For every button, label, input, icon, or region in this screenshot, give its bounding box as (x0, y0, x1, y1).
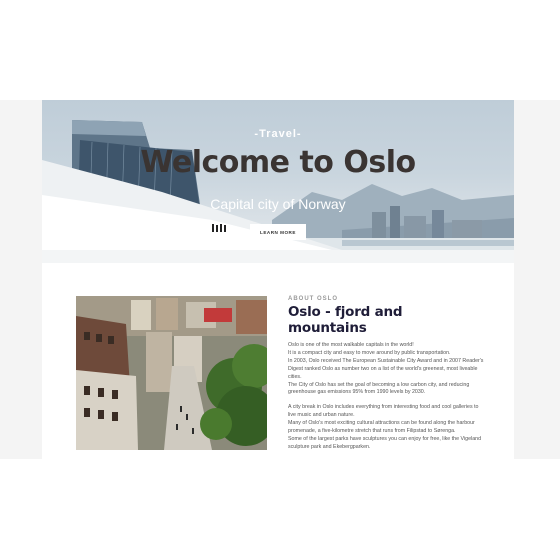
about-text-line: Many of Oslo's most exciting cultural at… (288, 420, 475, 435)
oslo-street-photo (76, 296, 267, 450)
hero-kicker: -Travel- (254, 128, 302, 140)
hero-text-block: -Travel- Welcome to Oslo Capital city of… (42, 100, 514, 263)
about-paragraph: Oslo is one of the most walkable capital… (288, 342, 484, 397)
about-title: Oslo - fjord and mountains (288, 304, 403, 336)
about-text-line: Some of the largest parks have sculpture… (288, 435, 482, 450)
about-paragraph: A city break in Oslo includes everything… (288, 404, 484, 451)
about-text-line: It is a compact city and easy to move ar… (288, 349, 451, 356)
about-text-line: In 2003, Oslo received The European Sust… (288, 357, 484, 380)
hero-title: Welcome to Oslo (140, 145, 416, 180)
about-text-line: Oslo is one of the most walkable capital… (288, 342, 414, 348)
hero-subtitle: Capital city of Norway (210, 196, 346, 212)
about-section: ABOUT OSLO Oslo - fjord and mountains Os… (288, 296, 484, 452)
about-text-line: The City of Oslo has set the goal of bec… (288, 381, 470, 396)
learn-more-button[interactable]: LEARN MORE (250, 224, 306, 240)
about-text-line: A city break in Oslo includes everything… (288, 404, 479, 419)
hero-banner: -Travel- Welcome to Oslo Capital city of… (42, 100, 514, 263)
about-label: ABOUT OSLO (288, 296, 338, 302)
